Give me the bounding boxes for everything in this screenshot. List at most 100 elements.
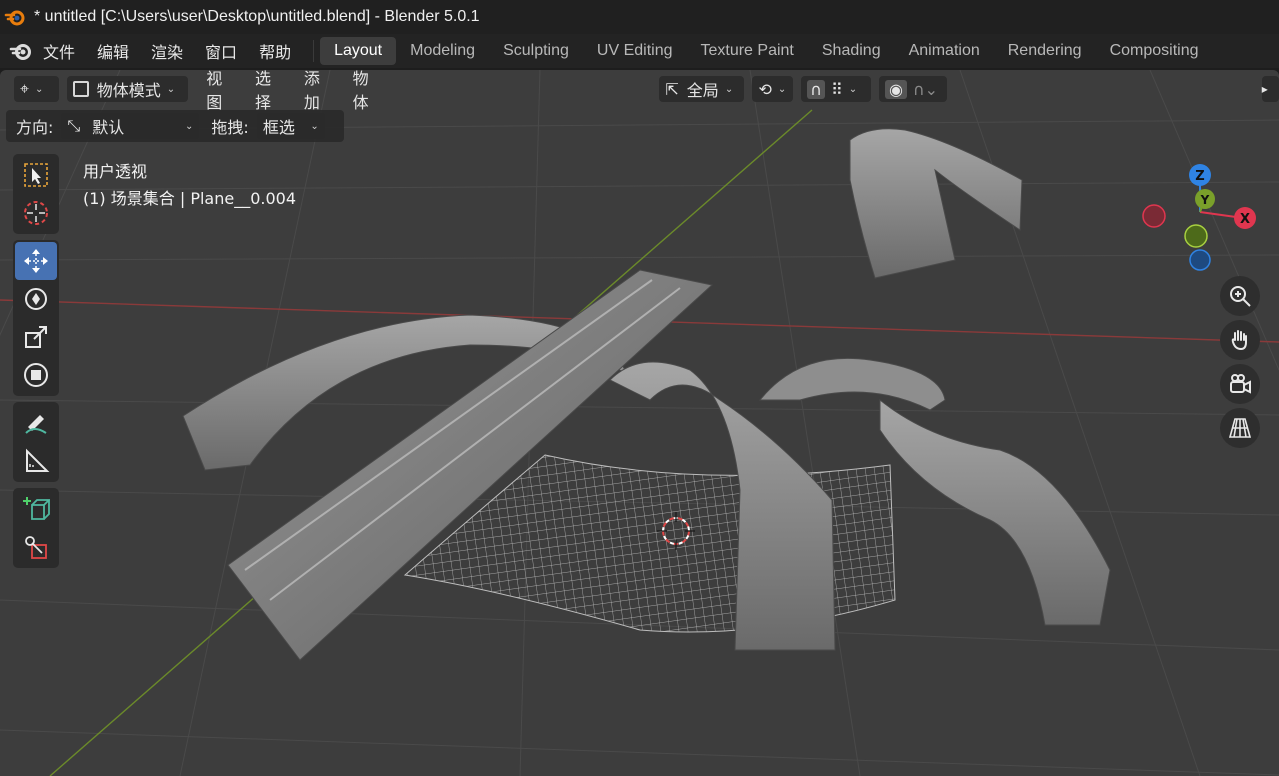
view-name: 用户透视 xyxy=(83,162,148,181)
drag-value: 框选 xyxy=(262,118,295,137)
tab-uv-editing[interactable]: UV Editing xyxy=(583,37,687,65)
tab-shading[interactable]: Shading xyxy=(808,37,895,65)
menu-file[interactable]: 文件 xyxy=(43,39,75,63)
gizmo-neg-y[interactable] xyxy=(1184,224,1208,248)
editor-type-button[interactable]: ⌖ ⌄ xyxy=(14,76,59,102)
grid-perspective-icon xyxy=(1228,418,1252,438)
measure-icon xyxy=(26,448,50,472)
gizmo-neg-x[interactable] xyxy=(1142,204,1166,228)
snap-grid-icon: ⠿ xyxy=(831,79,843,99)
mode-dropdown[interactable]: 物体模式 ⌄ xyxy=(66,76,189,102)
chevron-down-icon: ⌄ xyxy=(185,120,194,132)
add-object-tool[interactable] xyxy=(15,528,57,566)
annotate-icon xyxy=(25,415,47,434)
orientation-value: 默认 xyxy=(92,118,125,137)
measure-tool[interactable] xyxy=(15,442,57,480)
menu-select[interactable]: 选择 xyxy=(255,70,286,113)
window-title: * untitled [C:\Users\user\Desktop\untitl… xyxy=(34,8,480,25)
overflow-button[interactable]: ▸ xyxy=(1261,76,1279,102)
3d-viewport[interactable]: ⌖ ⌄ 物体模式 ⌄ 视图 选择 添加 物体 ⇱ 全局 ⌄ ⟲ ⌄ ∩ ⠿ ⌄ ◉ … xyxy=(0,70,1279,776)
scale-tool[interactable] xyxy=(15,318,57,356)
transform-tool[interactable] xyxy=(15,356,57,394)
snap-magnet-icon: ∩ xyxy=(807,79,826,99)
pan-button[interactable] xyxy=(1220,320,1260,360)
tab-sculpting[interactable]: Sculpting xyxy=(489,37,583,65)
gizmo-y-label: Y xyxy=(1200,193,1210,207)
menu-help[interactable]: 帮助 xyxy=(259,39,291,63)
proportional-edit-icon: ◉ xyxy=(884,79,907,99)
chevron-down-icon: ⌄ xyxy=(310,120,319,132)
cursor-tool[interactable] xyxy=(15,194,57,232)
mode-label: 物体模式 xyxy=(96,81,161,100)
title-bar: * untitled [C:\Users\user\Desktop\untitl… xyxy=(0,0,1279,34)
menu-view[interactable]: 视图 xyxy=(206,70,237,113)
snapping-controls[interactable]: ∩ ⠿ ⌄ xyxy=(801,76,871,102)
pivot-icon: ⟲ xyxy=(758,79,772,99)
orientation-icon: ⇱ xyxy=(665,79,679,99)
tab-modeling[interactable]: Modeling xyxy=(396,37,489,65)
tab-animation[interactable]: Animation xyxy=(895,37,994,65)
gizmo-z-label: Z xyxy=(1195,169,1204,184)
annotate-tool[interactable] xyxy=(15,404,57,442)
transform-icon xyxy=(24,363,48,387)
winding-channel-right xyxy=(879,398,1111,626)
tool-group-transform xyxy=(13,240,59,396)
proportional-editing-controls[interactable]: ◉ ∩⌄ xyxy=(878,76,947,102)
tool-settings-bar: 方向: ⤡ 默认 ⌄ 拖拽: 框选 ⌄ xyxy=(6,110,344,142)
cursor-icon xyxy=(24,201,48,225)
rotate-tool[interactable] xyxy=(15,280,57,318)
blender-logo-icon xyxy=(4,10,25,26)
tool-group-select xyxy=(13,154,59,234)
hand-icon xyxy=(1231,330,1247,351)
select-box-icon xyxy=(24,163,48,187)
tab-texture-paint[interactable]: Texture Paint xyxy=(686,37,807,65)
orientation-axes-icon: ⤡ xyxy=(67,116,81,135)
move-tool[interactable] xyxy=(15,242,57,280)
menu-separator xyxy=(313,40,315,62)
blender-menu-icon[interactable] xyxy=(9,39,33,63)
camera-view-button[interactable] xyxy=(1220,364,1260,404)
tool-group-annotate xyxy=(13,402,59,482)
tab-layout[interactable]: Layout xyxy=(320,37,397,65)
navigation-gizmo[interactable]: Z Y X xyxy=(1135,160,1265,280)
move-icon xyxy=(24,249,48,273)
add-cube-icon xyxy=(23,497,50,520)
chevron-down-icon: ⌄ xyxy=(848,83,858,95)
overflow-icon: ▸ xyxy=(1261,82,1268,96)
viewport-scene[interactable] xyxy=(0,70,1279,776)
menu-render[interactable]: 渲染 xyxy=(151,39,183,63)
tab-rendering[interactable]: Rendering xyxy=(994,37,1096,65)
add-cube-tool[interactable] xyxy=(15,490,57,528)
orientation-setting-dropdown[interactable]: ⤡ 默认 ⌄ xyxy=(61,113,200,139)
chevron-down-icon: ⌄ xyxy=(724,83,734,95)
tab-compositing[interactable]: Compositing xyxy=(1096,37,1213,65)
gizmo-x-label: X xyxy=(1240,212,1250,227)
chevron-down-icon: ⌄ xyxy=(35,83,44,95)
select-box-tool[interactable] xyxy=(15,156,57,194)
camera-icon xyxy=(1230,374,1251,394)
falloff-curve-icon: ∩⌄ xyxy=(912,79,939,99)
viewport-header: ⌖ ⌄ 物体模式 ⌄ 视图 选择 添加 物体 ⇱ 全局 ⌄ ⟲ ⌄ ∩ ⠿ ⌄ ◉ … xyxy=(0,70,1279,112)
orientation-label: 全局 xyxy=(686,81,719,100)
drag-setting-dropdown[interactable]: 框选 ⌄ xyxy=(256,113,325,139)
tool-shelf xyxy=(13,154,59,574)
scale-icon xyxy=(25,326,47,348)
perspective-toggle-button[interactable] xyxy=(1220,408,1260,448)
menu-add[interactable]: 添加 xyxy=(304,70,335,113)
add-object-icon xyxy=(25,536,47,559)
menu-edit[interactable]: 编辑 xyxy=(97,39,129,63)
chevron-down-icon: ⌄ xyxy=(777,83,787,95)
workspace-tabs: Layout Modeling Sculpting UV Editing Tex… xyxy=(320,34,1212,68)
menu-object[interactable]: 物体 xyxy=(353,70,384,113)
collection-info: (1) 场景集合 | Plane__0.004 xyxy=(83,189,297,208)
menu-window[interactable]: 窗口 xyxy=(205,39,237,63)
top-menu-bar: 文件 编辑 渲染 窗口 帮助 Layout Modeling Sculpting… xyxy=(0,34,1279,68)
drag-setting-label: 拖拽: xyxy=(211,118,249,137)
zoom-button[interactable] xyxy=(1220,276,1260,316)
transform-orientation-dropdown[interactable]: ⇱ 全局 ⌄ xyxy=(659,76,745,102)
pivot-point-dropdown[interactable]: ⟲ ⌄ xyxy=(752,76,794,102)
gizmo-neg-z[interactable] xyxy=(1189,249,1211,271)
orientation-setting-label: 方向: xyxy=(16,118,54,137)
chevron-down-icon: ⌄ xyxy=(166,83,176,95)
rotate-icon xyxy=(25,288,47,310)
